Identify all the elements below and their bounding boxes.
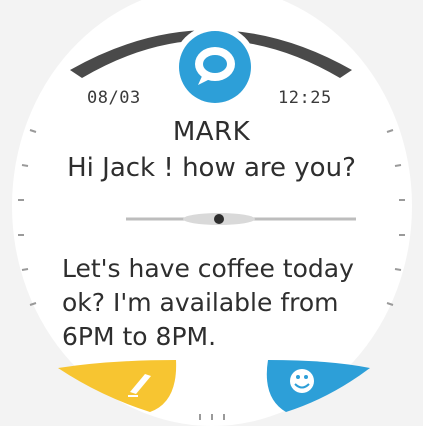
scroll-dot bbox=[214, 214, 224, 224]
smiley-icon bbox=[290, 369, 314, 393]
emoji-reply-button[interactable] bbox=[266, 360, 370, 412]
message-date: 08/03 bbox=[87, 88, 141, 108]
watch-screen: 08/03 12:25 MARK Hi Jack ! how are you? … bbox=[0, 0, 423, 426]
reply-pencil-button[interactable] bbox=[58, 360, 177, 412]
chat-button[interactable] bbox=[173, 25, 257, 109]
scroll-indicator[interactable] bbox=[126, 213, 356, 225]
message-time: 12:25 bbox=[278, 88, 332, 108]
message-preview: Hi Jack ! how are you? bbox=[67, 153, 356, 183]
watch-graphics bbox=[18, 25, 405, 420]
message-body: Let's have coffee today ok? I'm availabl… bbox=[62, 254, 354, 351]
sender-name: MARK bbox=[172, 117, 251, 147]
